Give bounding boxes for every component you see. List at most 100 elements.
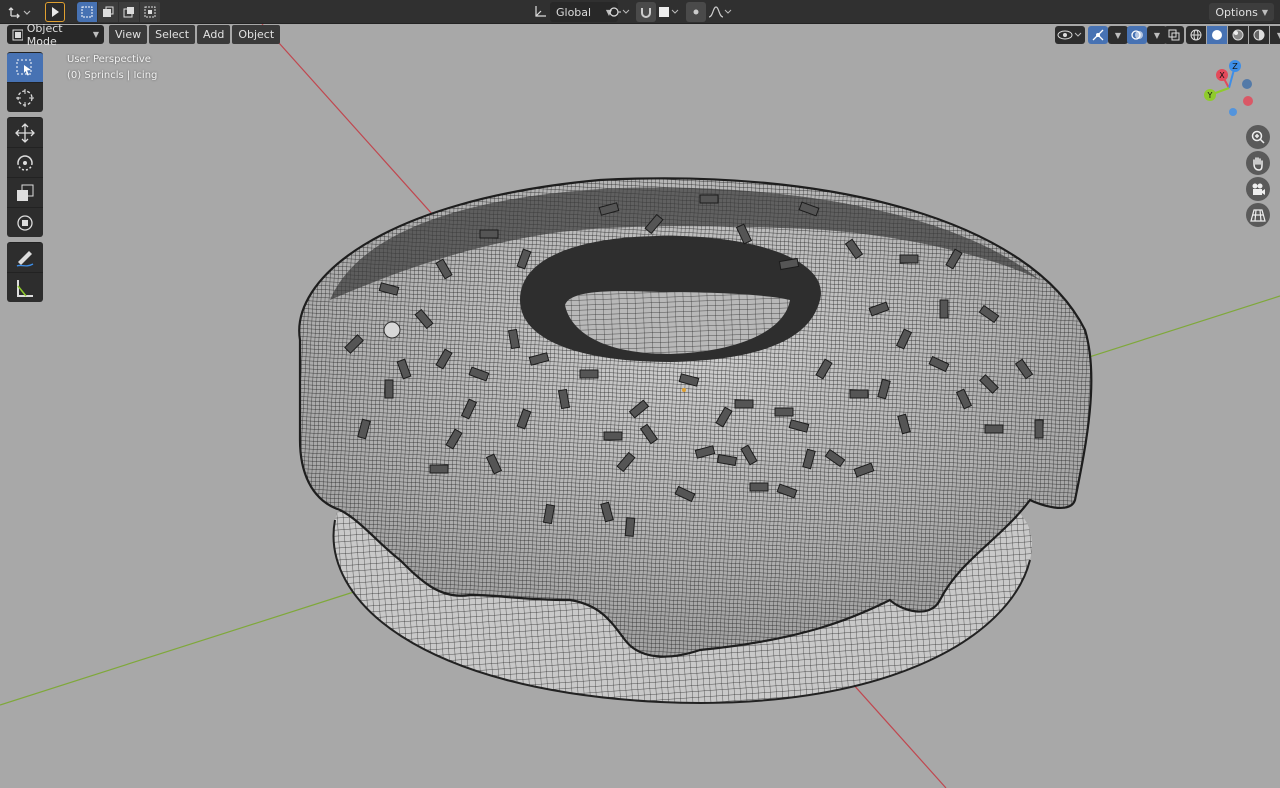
shading-solid-button[interactable] (1207, 26, 1227, 44)
visibility-group (1055, 26, 1085, 44)
projection-toggle-button[interactable] (1246, 203, 1270, 227)
proportional-edit-button[interactable] (686, 2, 706, 22)
gizmo-z-label: Z (1232, 62, 1238, 71)
gizmo-y-label: Y (1207, 91, 1213, 100)
menu-add[interactable]: Add (197, 25, 231, 44)
editor-type-button[interactable] (6, 2, 34, 22)
object-mode-dropdown[interactable]: Object Mode ▼ (7, 22, 104, 48)
snap-target-dropdown[interactable] (656, 2, 682, 22)
falloff-dropdown[interactable] (706, 2, 734, 22)
grid-perspective-icon (1250, 209, 1266, 222)
scale-icon (17, 184, 34, 201)
tool-move[interactable] (7, 117, 43, 147)
tool-annotate[interactable] (7, 242, 43, 272)
object-mode-icon (12, 29, 23, 40)
select-new-icon (81, 6, 93, 18)
navigation-gizmo[interactable]: X Z Y (1198, 56, 1260, 118)
pivot-point-button[interactable] (606, 2, 632, 22)
perspective-label: User Perspective (67, 54, 151, 65)
donut-mesh (298, 177, 1093, 704)
tool-shelf (7, 52, 43, 302)
orientation-icon-button[interactable] (530, 2, 550, 22)
pointer-icon (52, 7, 59, 17)
show-overlays-button[interactable] (1127, 26, 1147, 44)
cursor-icon (16, 88, 34, 107)
xray-toggle-button[interactable] (1164, 26, 1184, 44)
rendered-sphere-icon (1253, 29, 1265, 41)
rotate-icon (17, 154, 33, 171)
annotate-icon (16, 250, 34, 267)
menu-object[interactable]: Object (232, 25, 281, 44)
gizmo-icon (1092, 29, 1104, 41)
tool-cursor[interactable] (7, 82, 43, 112)
scene-canvas (0, 24, 1280, 788)
shading-dropdown[interactable]: ▼ (1270, 26, 1280, 44)
pivot-link-icon (609, 7, 630, 17)
shading-wireframe-button[interactable] (1186, 26, 1206, 44)
gizmo-dropdown[interactable]: ▼ (1108, 26, 1128, 44)
overlay-group: ▼ (1127, 26, 1167, 44)
magnet-icon (641, 8, 651, 18)
chevron-down-icon: ▼ (1153, 30, 1161, 40)
select-extend-icon (103, 6, 114, 17)
camera-view-button[interactable] (1246, 177, 1270, 201)
xray-icon (1168, 29, 1180, 41)
options-dropdown[interactable]: Options ▼ (1209, 3, 1274, 21)
editor-type-icon (8, 7, 31, 19)
proportional-dot-icon (693, 9, 699, 15)
3d-viewport[interactable]: User Perspective (0) Sprincls | Icing (0, 24, 1280, 788)
zoom-icon (1251, 130, 1265, 144)
material-sphere-icon (1232, 29, 1244, 41)
viewport-header: Global ▼ Options ▼ (0, 0, 1280, 24)
wireframe-sphere-icon (1190, 29, 1202, 41)
select-mode-intersect-button[interactable] (140, 2, 160, 22)
gizmo-neg-y-handle[interactable] (1229, 108, 1237, 116)
eye-icon (1057, 30, 1082, 40)
select-mode-new-button[interactable] (77, 2, 97, 22)
tool-rotate[interactable] (7, 147, 43, 177)
select-subtract-icon (123, 7, 134, 18)
show-gizmo-button[interactable] (1088, 26, 1108, 44)
chevron-down-icon: ▼ (1114, 30, 1122, 40)
transform-icon (17, 214, 33, 231)
gizmo-group: ▼ (1088, 26, 1128, 44)
solid-sphere-icon (1212, 30, 1222, 40)
tool-select-box[interactable] (7, 52, 43, 82)
menu-select[interactable]: Select (149, 25, 196, 44)
snap-square-icon (659, 7, 679, 17)
move-icon (15, 122, 35, 143)
menu-view[interactable]: View (109, 25, 148, 44)
overlay-icon (1131, 30, 1143, 40)
hand-icon (1253, 157, 1263, 171)
zoom-button[interactable] (1246, 125, 1270, 149)
gizmo-neg-x-handle[interactable] (1243, 96, 1253, 106)
chevron-down-icon: ▼ (92, 30, 99, 39)
shading-group: ▼ (1186, 26, 1280, 44)
select-mode-extend-button[interactable] (98, 2, 118, 22)
tweak-tool-button[interactable] (45, 2, 65, 22)
pan-button[interactable] (1246, 151, 1270, 175)
object-visibility-button[interactable] (1055, 26, 1085, 44)
tool-transform[interactable] (7, 207, 43, 237)
tool-scale[interactable] (7, 177, 43, 207)
select-box-icon (16, 59, 32, 75)
xray-group (1164, 26, 1184, 44)
gizmo-x-label: X (1219, 71, 1225, 80)
snap-toggle-button[interactable] (636, 2, 656, 22)
viewport-tool-header: Object Mode ▼ View Select Add Object ▼ ▼ (0, 22, 1280, 48)
measure-icon (17, 279, 33, 297)
falloff-curve-icon (708, 6, 732, 18)
viewport-menu: View Select Add Object (109, 25, 281, 44)
shading-material-button[interactable] (1228, 26, 1248, 44)
chevron-down-icon: ▼ (1261, 7, 1268, 17)
transform-orientation-value: Global (556, 5, 592, 19)
active-object-label: (0) Sprincls | Icing (67, 70, 158, 81)
gizmo-neg-z-handle[interactable] (1242, 79, 1252, 89)
options-label: Options (1215, 5, 1258, 19)
tool-measure[interactable] (7, 272, 43, 302)
select-intersect-icon (144, 6, 156, 18)
camera-icon (1252, 183, 1265, 195)
shading-rendered-button[interactable] (1249, 26, 1269, 44)
axis-orientation-icon (535, 6, 546, 17)
select-mode-subtract-button[interactable] (119, 2, 139, 22)
